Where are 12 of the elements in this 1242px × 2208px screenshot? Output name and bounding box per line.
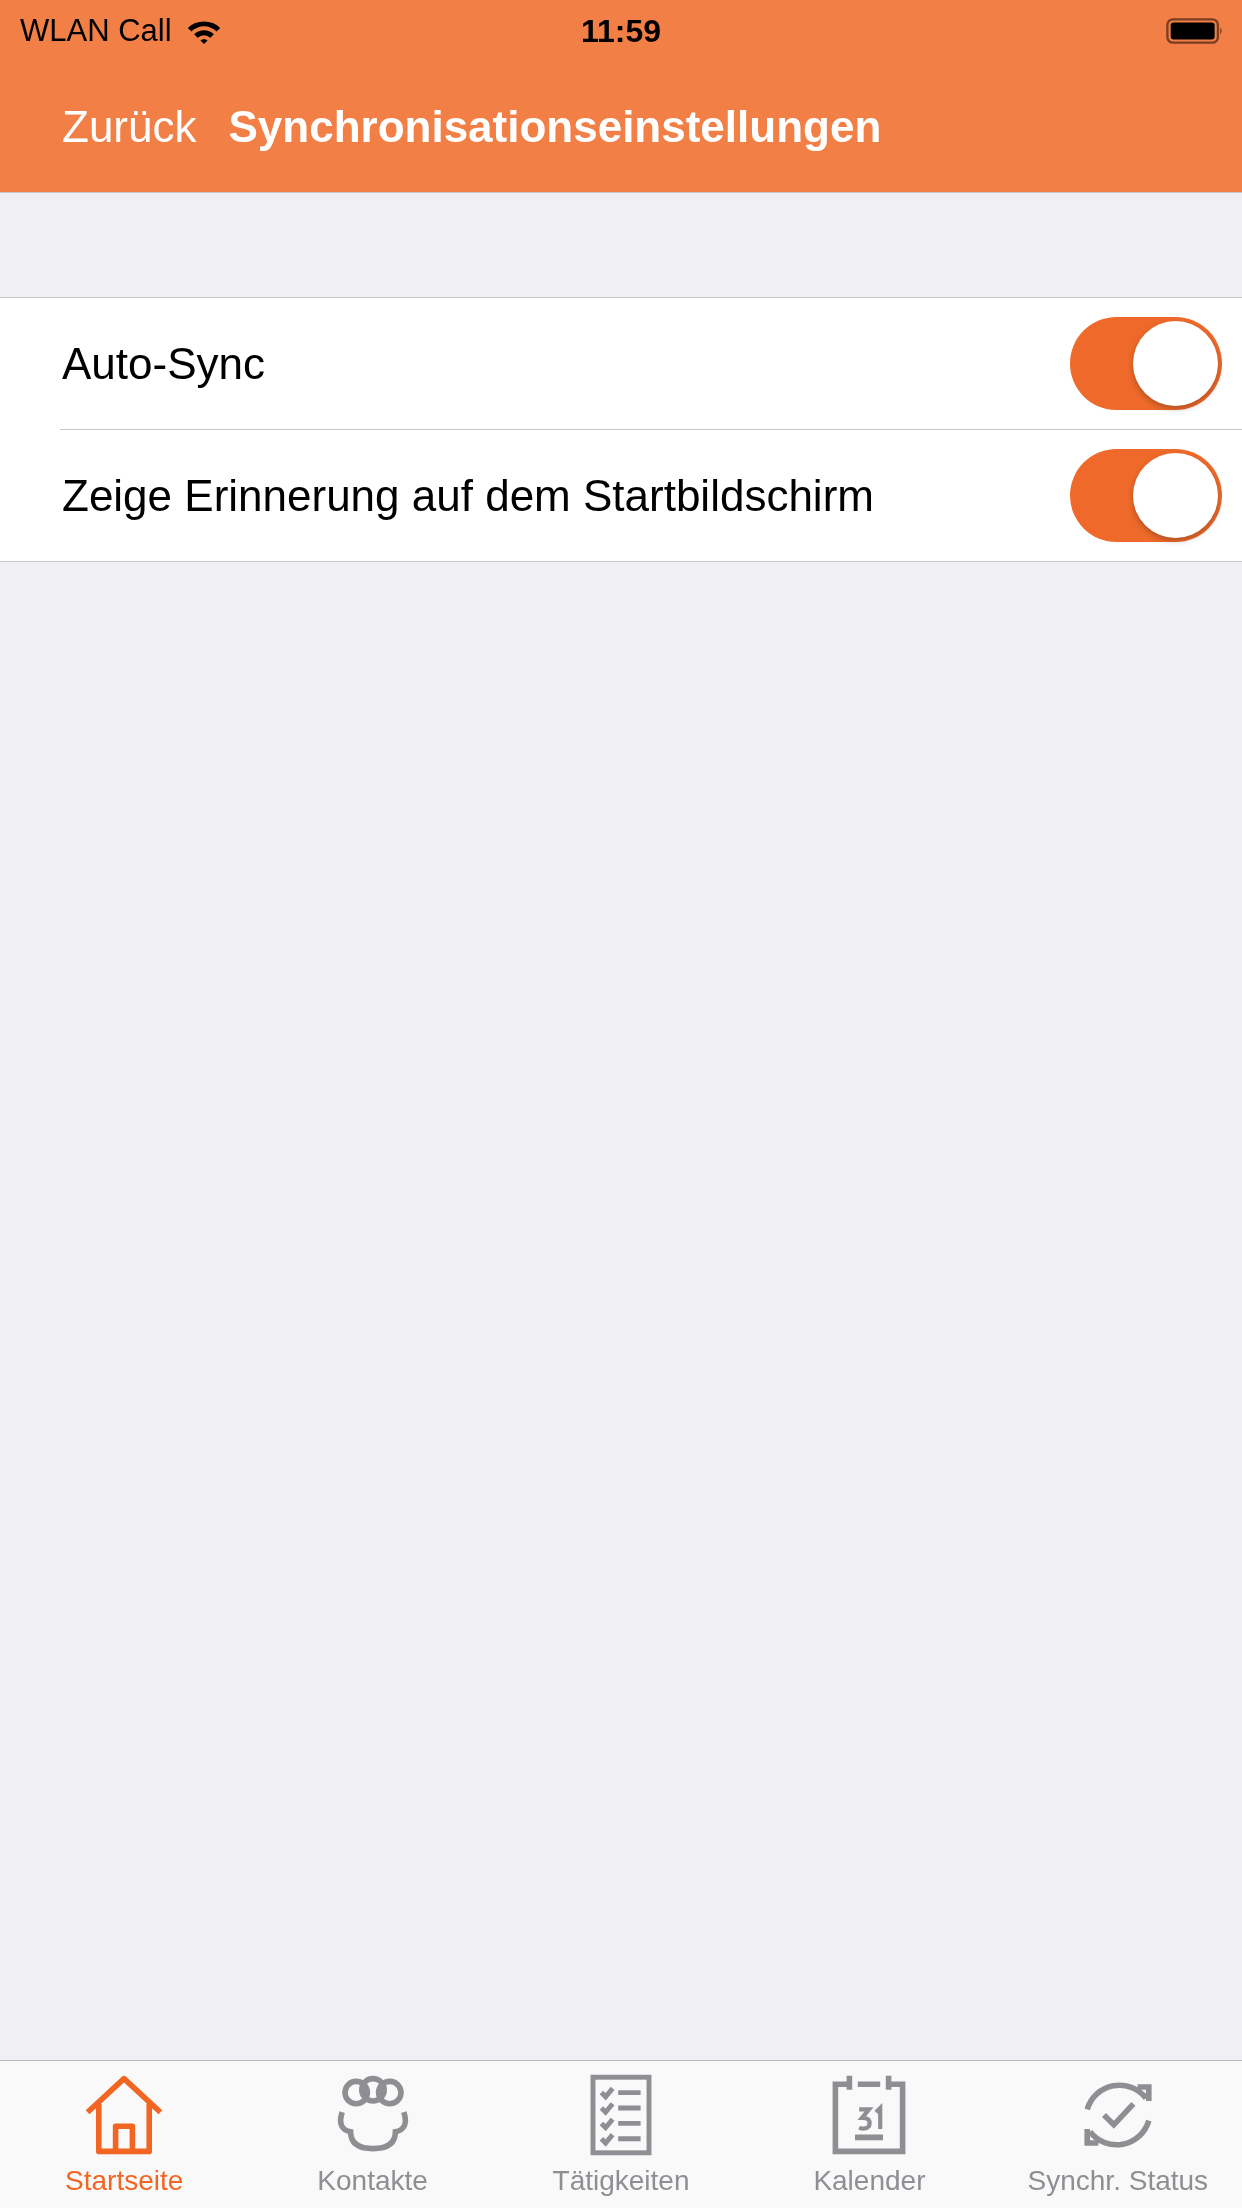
back-button[interactable]: Zurück — [62, 102, 197, 152]
tab-item[interactable]: Kalender — [745, 2061, 994, 2208]
carrier-label: WLAN Call — [20, 13, 172, 49]
tab-item[interactable]: Kontakte — [248, 2061, 497, 2208]
battery-icon — [1166, 17, 1224, 45]
screen-title: Synchronisationseinstellungen — [228, 102, 882, 152]
setting-label: Auto-Sync — [62, 338, 265, 389]
tab-item[interactable]: Startseite — [0, 2061, 249, 2208]
tab-item[interactable]: Tätigkeiten — [496, 2061, 746, 2208]
tab-item[interactable]: Synchr. Status — [993, 2061, 1242, 2208]
clock-time: 11:59 — [580, 12, 662, 50]
setting-label: Zeige Erinnerung auf dem Startbildschirm — [62, 470, 874, 521]
